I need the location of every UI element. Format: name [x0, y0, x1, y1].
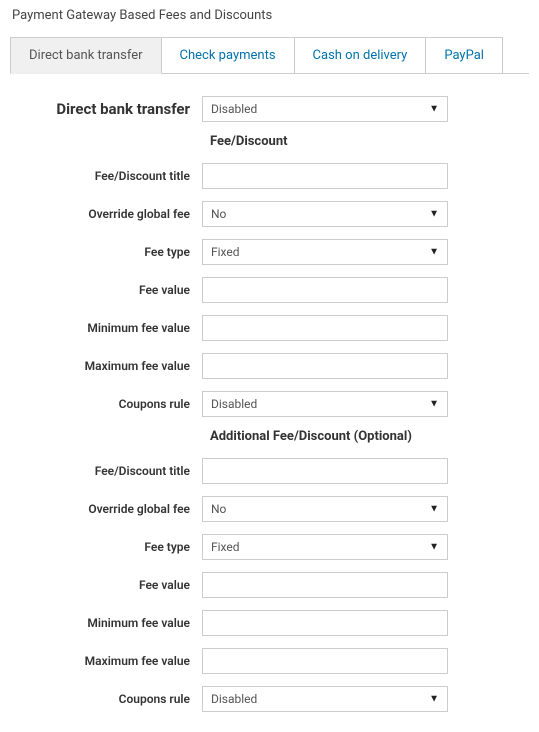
override-global-fee-select[interactable]: No ▼ [202, 201, 448, 227]
coupons-rule-select[interactable]: Disabled ▼ [202, 391, 448, 417]
gateway-enable-value: Disabled [211, 102, 257, 116]
tabs: Direct bank transfer Check payments Cash… [10, 37, 529, 74]
fee-value-input-2[interactable] [202, 572, 448, 598]
chevron-down-icon: ▼ [429, 247, 439, 258]
coupons-rule-select-2[interactable]: Disabled ▼ [202, 686, 448, 712]
max-fee-value-label-2: Maximum fee value [10, 654, 202, 668]
tab-cash-on-delivery[interactable]: Cash on delivery [294, 37, 427, 73]
form: Direct bank transfer Disabled ▼ Fee/Disc… [10, 74, 529, 712]
chevron-down-icon: ▼ [429, 399, 439, 410]
tab-direct-bank-transfer[interactable]: Direct bank transfer [10, 37, 162, 74]
chevron-down-icon: ▼ [429, 694, 439, 705]
fee-value-input[interactable] [202, 277, 448, 303]
chevron-down-icon: ▼ [429, 209, 439, 220]
section-fee-discount-heading: Fee/Discount [10, 134, 529, 149]
fee-type-label: Fee type [10, 245, 202, 259]
coupons-rule-label: Coupons rule [10, 397, 202, 411]
override-global-fee-label-2: Override global fee [10, 502, 202, 516]
override-global-fee-value: No [211, 207, 226, 221]
chevron-down-icon: ▼ [429, 104, 439, 115]
fee-type-select[interactable]: Fixed ▼ [202, 239, 448, 265]
gateway-enable-select[interactable]: Disabled ▼ [202, 96, 448, 122]
min-fee-value-label-2: Minimum fee value [10, 616, 202, 630]
fee-value-label: Fee value [10, 283, 202, 297]
section-additional-fee-discount-heading: Additional Fee/Discount (Optional) [10, 429, 529, 444]
min-fee-value-input-2[interactable] [202, 610, 448, 636]
tab-check-payments[interactable]: Check payments [161, 37, 295, 73]
min-fee-value-input[interactable] [202, 315, 448, 341]
tab-paypal[interactable]: PayPal [425, 37, 503, 73]
override-global-fee-value-2: No [211, 502, 226, 516]
override-global-fee-label: Override global fee [10, 207, 202, 221]
fee-type-value-2: Fixed [211, 540, 240, 554]
min-fee-value-label: Minimum fee value [10, 321, 202, 335]
fee-title-label-2: Fee/Discount title [10, 464, 202, 478]
fee-title-label: Fee/Discount title [10, 169, 202, 183]
max-fee-value-input-2[interactable] [202, 648, 448, 674]
max-fee-value-input[interactable] [202, 353, 448, 379]
override-global-fee-select-2[interactable]: No ▼ [202, 496, 448, 522]
fee-title-input-2[interactable] [202, 458, 448, 484]
fee-value-label-2: Fee value [10, 578, 202, 592]
max-fee-value-label: Maximum fee value [10, 359, 202, 373]
fee-title-input[interactable] [202, 163, 448, 189]
fee-type-value: Fixed [211, 245, 240, 259]
chevron-down-icon: ▼ [429, 542, 439, 553]
coupons-rule-label-2: Coupons rule [10, 692, 202, 706]
coupons-rule-value-2: Disabled [211, 692, 257, 706]
chevron-down-icon: ▼ [429, 504, 439, 515]
page-title: Payment Gateway Based Fees and Discounts [10, 8, 529, 23]
coupons-rule-value: Disabled [211, 397, 257, 411]
fee-type-label-2: Fee type [10, 540, 202, 554]
fee-type-select-2[interactable]: Fixed ▼ [202, 534, 448, 560]
gateway-enable-label: Direct bank transfer [10, 100, 202, 118]
